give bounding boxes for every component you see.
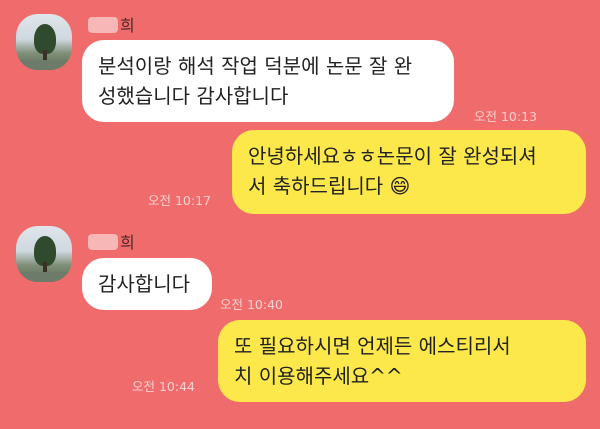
message-time: 오전 10:40 [220, 297, 283, 312]
message-bubble-incoming[interactable]: 감사합니다 [82, 258, 212, 310]
sender-name-text: 희 [120, 233, 135, 252]
avatar[interactable] [16, 226, 72, 282]
message-time: 오전 10:44 [132, 379, 195, 394]
avatar-ground [16, 272, 72, 282]
avatar[interactable] [16, 14, 72, 70]
redacted-name-blur [88, 17, 118, 33]
message-bubble-incoming[interactable]: 분석이랑 해석 작업 덕분에 논문 잘 완 성했습니다 감사합니다 [82, 40, 454, 122]
message-bubble-outgoing[interactable]: 안녕하세요ㅎㅎ논문이 잘 완성되셔 서 축하드립니다 😄 [232, 130, 586, 214]
avatar-ground [16, 60, 72, 70]
message-time: 오전 10:13 [474, 109, 537, 124]
message-bubble-outgoing[interactable]: 또 필요하시면 언제든 에스티리서 치 이용해주세요^^ [218, 320, 586, 402]
message-time: 오전 10:17 [148, 193, 211, 208]
sender-name: 희 [88, 229, 135, 253]
sender-name-text: 희 [120, 16, 135, 35]
redacted-name-blur [88, 234, 118, 250]
sender-name: 희 [88, 12, 135, 36]
